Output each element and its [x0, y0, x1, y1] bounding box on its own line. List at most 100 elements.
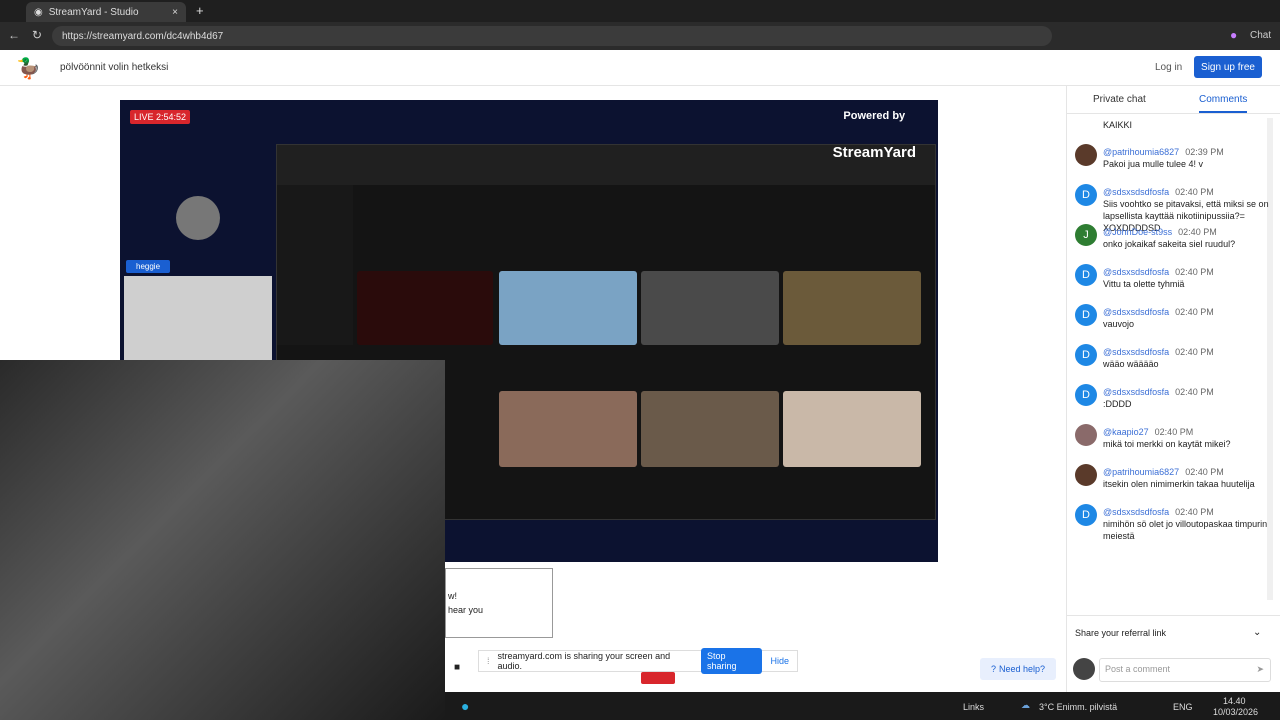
chat-message-body: @patrihoumia6827 02:40 PM itsekin olen nim… — [1103, 464, 1255, 490]
new-tab-icon[interactable]: + — [196, 3, 204, 18]
reload-icon[interactable]: ↻ — [32, 28, 42, 42]
close-tab-icon[interactable]: × — [172, 7, 178, 18]
chat-timestamp: 02:39 PM — [1185, 147, 1224, 157]
avatar: D — [1075, 384, 1097, 406]
need-help-button[interactable]: ? Need help? — [980, 658, 1056, 680]
back-icon[interactable]: ← — [8, 28, 20, 42]
streamyard-brand: StreamYard — [832, 144, 916, 161]
avatar: J — [1075, 224, 1097, 246]
popup-card: w! hear you — [445, 568, 553, 638]
chat-message-header: @sdsxsdsdfosfa 02:40 PM — [1103, 344, 1214, 358]
thumbnail — [641, 391, 779, 467]
chat-message-body: @JohnDoe-st9ss 02:40 PM onko jokaikaf sake… — [1103, 224, 1235, 250]
avatar — [1075, 464, 1097, 486]
url-field[interactable]: https://streamyard.com/dc4whb4d67 — [52, 26, 1052, 46]
chat-timestamp: 02:40 PM — [1185, 467, 1224, 477]
chat-author[interactable]: @kaapio27 — [1103, 427, 1149, 437]
powered-by-watermark: Powered by StreamYard — [833, 110, 916, 161]
tab-private-chat[interactable]: Private chat — [1093, 94, 1146, 105]
live-badge: LIVE 2:54:52 — [130, 110, 191, 124]
address-bar-row: ← ↻ https://streamyard.com/dc4whb4d67 ● … — [0, 22, 1280, 50]
chat-panel: Private chat Comments KAIKKI Share your … — [1066, 86, 1280, 692]
divider — [1067, 615, 1280, 616]
clock-date[interactable]: 10/03/2026 — [1213, 707, 1258, 717]
referral-link[interactable]: Share your referral link — [1075, 628, 1166, 638]
chat-message: D @sdsxsdsdfosfa 02:40 PM wääo wääääo — [1075, 344, 1271, 370]
weather-text[interactable]: 3°C Enimm. pilvistä — [1039, 702, 1117, 712]
chat-message-text: nimihön sö olet jo villoutopaskaa timpur… — [1103, 519, 1268, 541]
popup-line: w! — [448, 591, 457, 601]
tab-title: StreamYard - Studio — [48, 6, 139, 18]
chat-author[interactable]: @sdsxsdsdfosfa — [1103, 307, 1169, 317]
chat-author[interactable]: @sdsxsdsdfosfa — [1103, 267, 1169, 277]
comment-input[interactable]: Post a comment ➤ — [1099, 658, 1271, 682]
edge-icon[interactable]: ● — [461, 698, 469, 714]
help-icon: ? — [990, 664, 996, 674]
divider — [1067, 113, 1280, 114]
chevron-down-icon[interactable]: ⌄ — [1253, 627, 1261, 638]
chat-message-header: @sdsxsdsdfosfa 02:40 PM — [1103, 304, 1214, 318]
chat-message: J @JohnDoe-st9ss 02:40 PM onko jokaikaf sak… — [1075, 224, 1271, 250]
tab-comments[interactable]: Comments — [1199, 94, 1248, 113]
shared-sidebar — [277, 185, 353, 345]
chat-message-header: @patrihoumia6827 02:39 PM — [1103, 144, 1224, 158]
language-indicator[interactable]: ENG — [1173, 702, 1193, 712]
weather-icon: ☁ — [1021, 700, 1030, 710]
stop-sharing-button[interactable]: Stop sharing — [700, 648, 763, 674]
chat-message-body: @sdsxsdsdfosfa 02:40 PM nimihön sö olet jo… — [1103, 504, 1271, 542]
streamyard-favicon-icon: ◉ — [34, 6, 43, 18]
chat-author[interactable]: @sdsxsdsdfosfa — [1103, 507, 1169, 517]
chat-message-header: @sdsxsdsdfosfa 02:40 PM — [1103, 184, 1271, 198]
chat-message-text: vauvojo — [1103, 319, 1135, 329]
camera-icon[interactable]: ■ — [454, 662, 460, 673]
chat-message-body: @patrihoumia6827 02:39 PM Pakoi jua mulle … — [1103, 144, 1224, 170]
chat-message-body: @sdsxsdsdfosfa 02:40 PM Vittu ta olette ty… — [1103, 264, 1214, 290]
chat-message-header: @sdsxsdsdfosfa 02:40 PM — [1103, 264, 1214, 278]
thumbnail — [783, 391, 921, 467]
site-header: 🦆 pölvöönnit volin hetkeksi Log in Sign … — [0, 50, 1280, 86]
chat-author[interactable]: @JohnDoe-st9ss — [1103, 227, 1172, 237]
clock-time[interactable]: 14.40 — [1223, 696, 1246, 706]
chat-author[interactable]: @sdsxsdsdfosfa — [1103, 387, 1169, 397]
chat-message-header: @sdsxsdsdfosfa 02:40 PM — [1103, 504, 1271, 518]
browser-tab[interactable]: ◉ StreamYard - Studio × — [26, 2, 186, 22]
chat-message-body: @kaapio27 02:40 PM mikä toi merkki on kayt… — [1103, 424, 1231, 450]
chat-timestamp: 02:40 PM — [1175, 347, 1214, 357]
chat-message: @kaapio27 02:40 PM mikä toi merkki on kayt… — [1075, 424, 1271, 450]
chat-author[interactable]: @patrihoumia6827 — [1103, 467, 1179, 477]
chat-message-text: wääo wääääo — [1103, 359, 1159, 369]
windows-taskbar: ● Links ☁ 3°C Enimm. pilvistä ENG 14.40 … — [445, 692, 1280, 720]
chat-author[interactable]: @patrihoumia6827 — [1103, 147, 1179, 157]
chat-author[interactable]: @sdsxsdsdfosfa — [1103, 187, 1169, 197]
chat-message-body: @sdsxsdsdfosfa 02:40 PM vauvojo — [1103, 304, 1214, 330]
links-label[interactable]: Links — [963, 702, 984, 712]
login-link[interactable]: Log in — [1155, 62, 1182, 73]
avatar — [1075, 424, 1097, 446]
chat-timestamp: 02:40 PM — [1175, 267, 1214, 277]
signup-button[interactable]: Sign up free — [1194, 56, 1262, 78]
leave-button[interactable] — [641, 672, 675, 684]
chat-message: D @sdsxsdsdfosfa 02:40 PM nimihön sö olet j… — [1075, 504, 1271, 542]
header-text: pölvöönnit volin hetkeksi — [60, 62, 169, 73]
avatar: D — [1075, 504, 1097, 526]
guest-video — [124, 276, 272, 360]
chat-message-body: @sdsxsdsdfosfa 02:40 PM wääo wääääo — [1103, 344, 1214, 370]
copilot-icon[interactable]: ● — [1230, 28, 1237, 42]
thumbnail — [641, 271, 779, 345]
chat-timestamp: 02:40 PM — [1175, 187, 1214, 197]
hide-button[interactable]: Hide — [770, 656, 789, 666]
guest-avatar — [176, 196, 220, 240]
chat-message-header: @sdsxsdsdfosfa 02:40 PM — [1103, 384, 1214, 398]
chat-timestamp: 02:40 PM — [1154, 427, 1194, 437]
chat-message-header: @patrihoumia6827 02:40 PM — [1103, 464, 1255, 478]
chat-message: @patrihoumia6827 02:39 PM Pakoi jua mulle … — [1075, 144, 1271, 170]
send-icon[interactable]: ➤ — [1256, 664, 1264, 675]
drag-handle-icon[interactable]: ⁞ — [487, 656, 490, 666]
chat-message-text: KAIKKI — [1103, 120, 1133, 130]
chat-message-header: @kaapio27 02:40 PM — [1103, 424, 1231, 438]
powered-by-text: Powered by — [843, 110, 906, 122]
chat-timestamp: 02:40 PM — [1175, 387, 1214, 397]
chat-message: D @sdsxsdsdfosfa 02:40 PM Vittu ta olette t… — [1075, 264, 1271, 290]
chat-author[interactable]: @sdsxsdsdfosfa — [1103, 347, 1169, 357]
chat-label[interactable]: Chat — [1250, 30, 1271, 41]
